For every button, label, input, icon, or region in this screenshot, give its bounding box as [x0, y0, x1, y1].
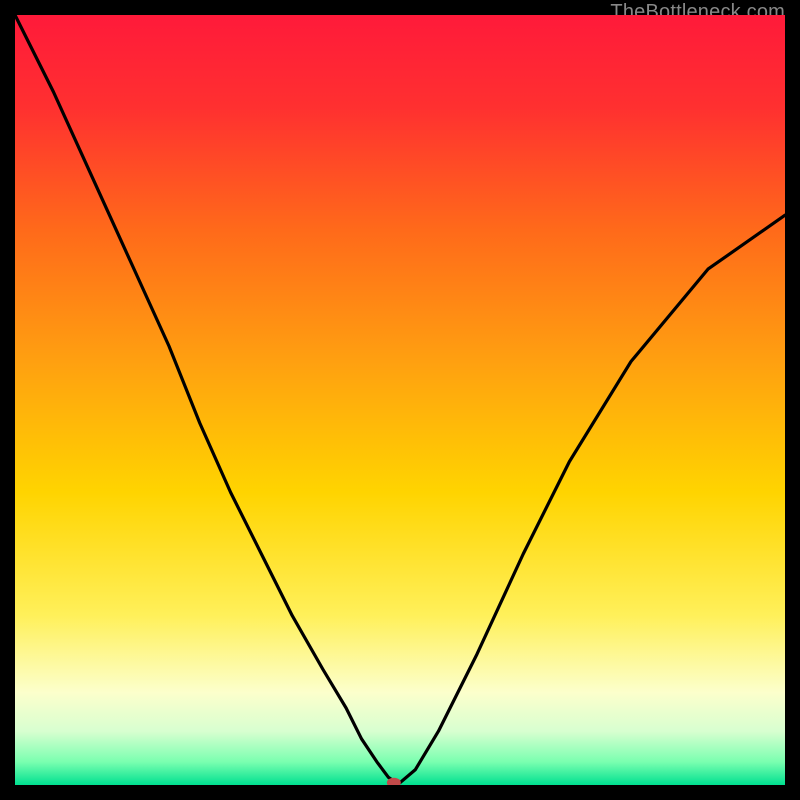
bottleneck-chart	[15, 15, 785, 785]
gradient-background	[15, 15, 785, 785]
chart-frame: TheBottleneck.com	[15, 15, 785, 785]
